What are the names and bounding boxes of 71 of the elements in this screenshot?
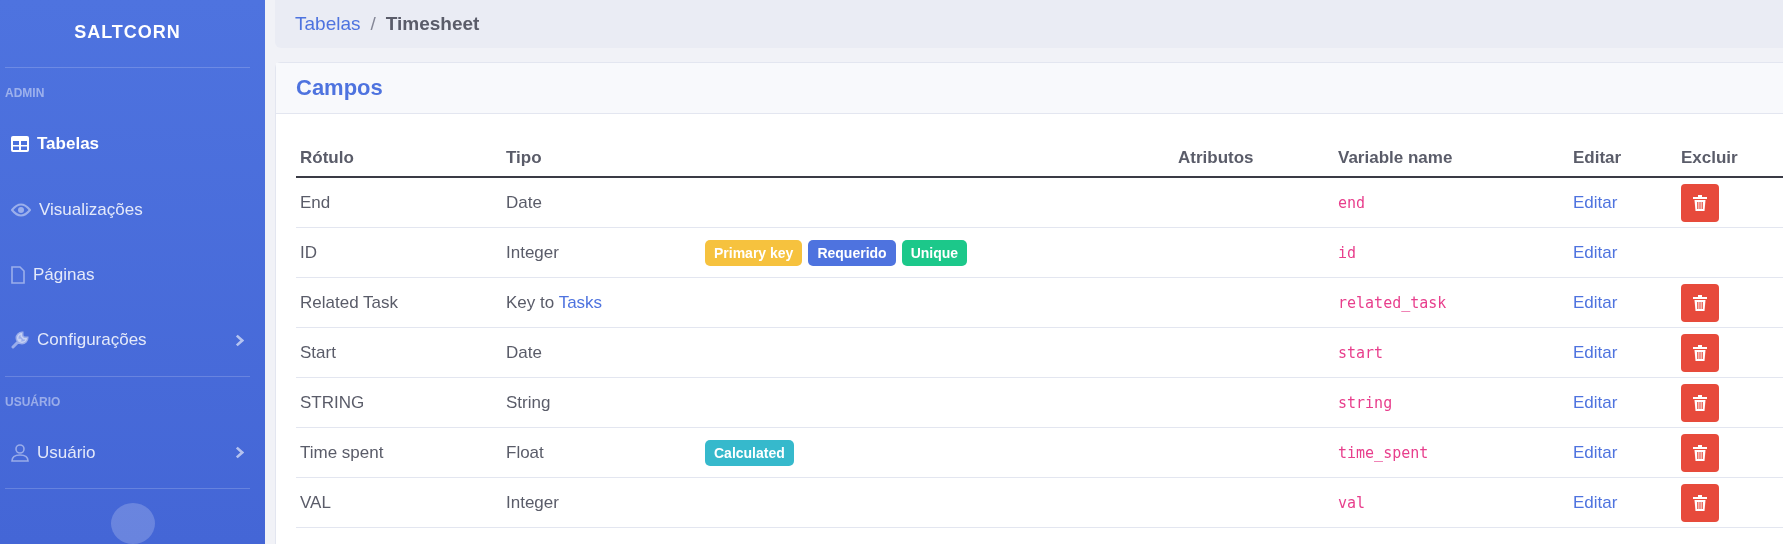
sidebar-toggle-button[interactable] [110, 503, 155, 544]
trash-icon [1693, 394, 1707, 411]
column-header: Atributos [1178, 148, 1254, 167]
brand-logo[interactable]: SALTCORN [5, 0, 250, 67]
attribute-badge: Unique [901, 239, 968, 266]
field-type: Float [506, 442, 544, 462]
user-icon [11, 443, 29, 462]
field-type: Integer [506, 242, 559, 262]
field-type: Key to Tasks [506, 292, 603, 312]
section-heading: ADMIN [5, 85, 46, 102]
column-header: Excluir [1681, 148, 1738, 167]
variable-name: id [1338, 243, 1357, 262]
column-header: Tipo [506, 148, 542, 167]
trash-icon [1693, 494, 1707, 511]
trash-icon [1693, 344, 1707, 361]
field-label: ID [300, 242, 317, 262]
delete-button[interactable] [1681, 433, 1719, 472]
breadcrumb-separator: / [370, 13, 376, 35]
section-heading: USUÁRIO [5, 393, 62, 411]
attribute-badge: Requerido [808, 239, 896, 266]
field-label: Start [300, 342, 336, 362]
chevron-right-icon [235, 333, 244, 347]
trash-icon [1693, 294, 1707, 311]
sidebar-item[interactable]: Visualizações [5, 179, 250, 245]
edit-link[interactable]: Editar [1573, 342, 1618, 362]
attribute-badge: Calculated [705, 439, 794, 466]
sidebar-item[interactable]: Usuário [5, 422, 250, 489]
field-label: Related Task [300, 292, 398, 312]
variable-name: time_spent [1338, 443, 1429, 462]
edit-link[interactable]: Editar [1573, 292, 1618, 312]
trash-icon [1693, 194, 1707, 211]
delete-button[interactable] [1681, 283, 1719, 322]
field-type: Date [506, 192, 542, 212]
field-type: String [506, 392, 551, 412]
trash-icon [1693, 444, 1707, 461]
field-label: End [300, 192, 331, 212]
field-label: Time spent [300, 442, 384, 462]
variable-name: start [1338, 343, 1384, 362]
table-link[interactable]: Tasks [558, 292, 603, 312]
eye-icon [11, 202, 31, 217]
sidebar-item[interactable]: Configurações [5, 310, 250, 376]
sidebar-item[interactable]: Tabelas [5, 114, 250, 180]
edit-link[interactable]: Editar [1573, 442, 1618, 462]
edit-link[interactable]: Editar [1573, 242, 1618, 262]
edit-link[interactable]: Editar [1573, 192, 1618, 212]
breadcrumb-link[interactable]: Tabelas [295, 13, 361, 35]
edit-link[interactable]: Editar [1573, 492, 1618, 512]
file-icon [11, 266, 25, 284]
delete-button[interactable] [1681, 333, 1719, 372]
breadcrumb-current: Timesheet [385, 13, 480, 35]
variable-name: val [1338, 493, 1366, 512]
chevron-right-icon [235, 446, 244, 460]
column-header: Rótulo [300, 148, 354, 167]
column-header: Variable name [1338, 148, 1453, 167]
field-type: Integer [506, 492, 559, 512]
column-header: Editar [1573, 148, 1622, 167]
delete-button[interactable] [1681, 183, 1719, 222]
field-type: Date [506, 342, 542, 362]
variable-name: end [1338, 193, 1366, 212]
sidebar-item[interactable]: Páginas [5, 244, 250, 311]
variable-name: related_task [1338, 293, 1447, 312]
table-icon [11, 136, 29, 153]
edit-link[interactable]: Editar [1573, 392, 1618, 412]
attribute-badge: Primary key [705, 239, 803, 266]
delete-button[interactable] [1681, 483, 1719, 522]
wrench-icon [11, 331, 29, 350]
field-label: STRING [300, 392, 365, 412]
card-title: Campos [296, 75, 383, 101]
variable-name: string [1338, 393, 1393, 412]
delete-button[interactable] [1681, 383, 1719, 422]
field-label: VAL [300, 492, 331, 512]
